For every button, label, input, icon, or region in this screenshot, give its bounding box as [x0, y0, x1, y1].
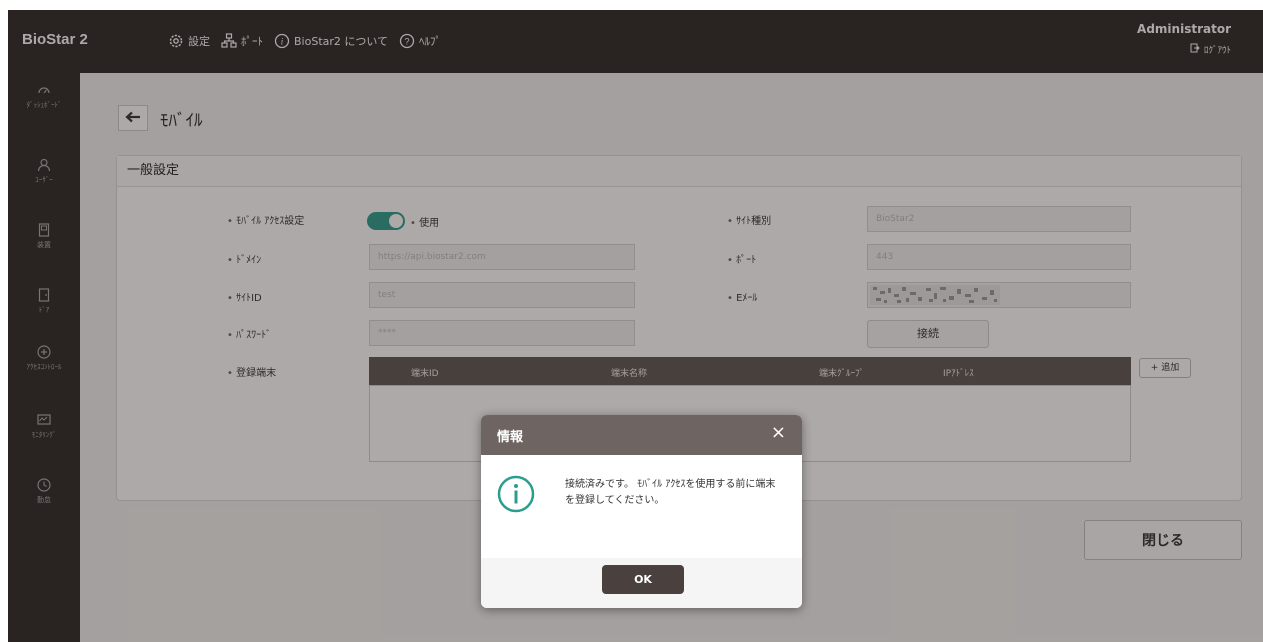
dialog-footer: OK	[481, 558, 802, 608]
close-icon[interactable]: ×	[771, 423, 786, 443]
dialog-title: 情報	[497, 430, 524, 445]
app-window: BioStar 2 設定 ﾎﾟｰﾄ i BioStar2 について ? ﾍﾙﾌﾟ…	[8, 10, 1263, 642]
info-circle-icon	[497, 475, 535, 513]
dialog-message: 接続済みです。 ﾓﾊﾞｲﾙ ｱｸｾｽを使用する前に端末を登録してください。	[565, 479, 776, 506]
info-dialog: 情報 × 接続済みです。 ﾓﾊﾞｲﾙ ｱｸｾｽを使用する前に端末を登録してくださ…	[481, 415, 802, 608]
dialog-header: 情報 ×	[481, 415, 802, 455]
dialog-body: 接続済みです。 ﾓﾊﾞｲﾙ ｱｸｾｽを使用する前に端末を登録してください。	[481, 455, 802, 558]
ok-button[interactable]: OK	[602, 565, 684, 594]
